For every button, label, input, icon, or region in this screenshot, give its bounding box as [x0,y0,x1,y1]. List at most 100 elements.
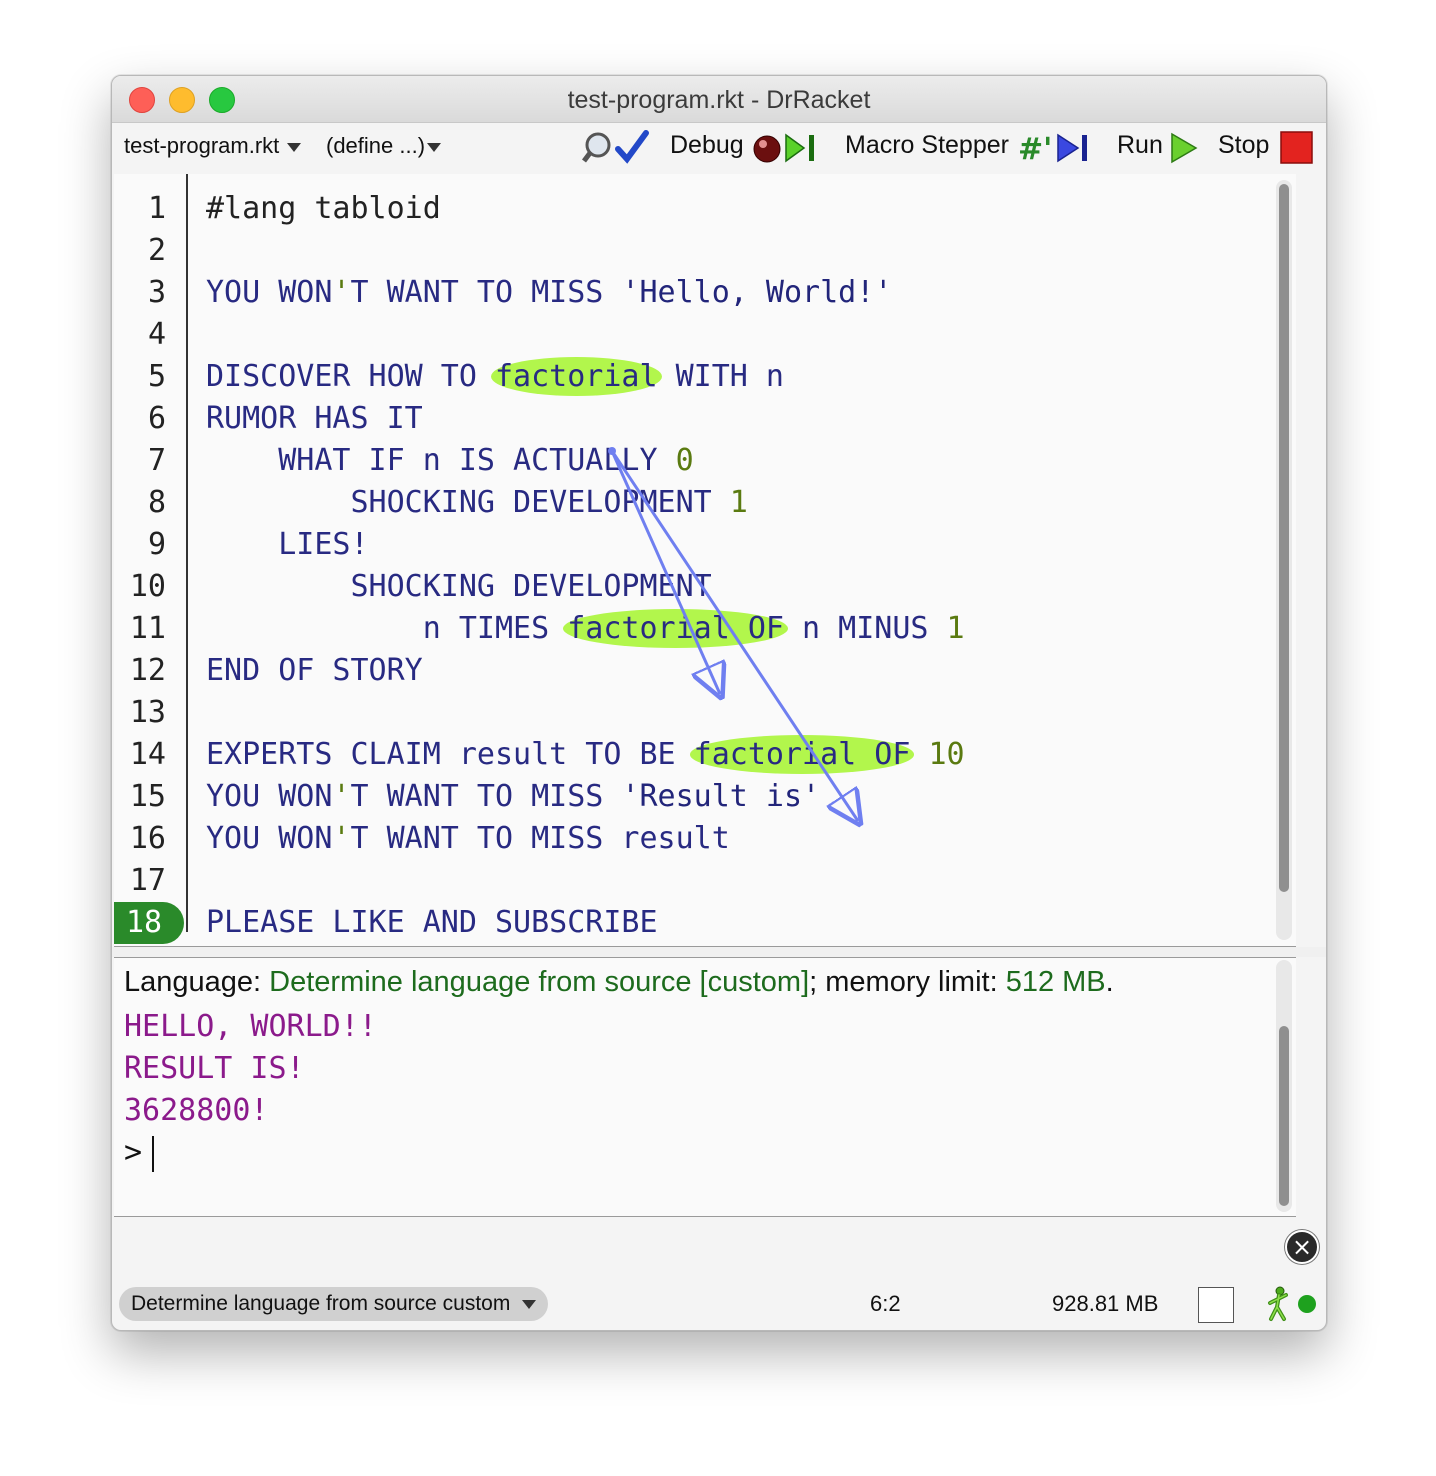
status-bar: Determine language from source custom 6:… [112,1279,1326,1329]
interactions-pane[interactable]: Language: Determine language from source… [114,957,1296,1217]
number-literal: 10 [928,737,965,772]
file-menu[interactable]: test-program.rkt [124,133,302,159]
line-number: 6 [147,401,166,436]
line-number: 10 [129,569,166,604]
keyword: n MINUS [783,611,947,646]
cursor-position: 6:2 [870,1291,901,1316]
definitions-editor[interactable]: 1 2 3 4 5 6 7 8 9 10 11 12 13 14 15 16 1… [114,174,1296,947]
svg-text:#': #' [1018,132,1052,167]
run-button[interactable]: Run [1117,131,1163,160]
apostrophe: ' [332,275,351,310]
keyword: END OF STORY [206,653,423,688]
language-value: Determine language from source [custom] [269,966,810,998]
code-line: LIES! [206,524,965,566]
code-line: SHOCKING DEVELOPMENT 1 [206,482,965,524]
define-menu-label: (define ...) [326,133,426,158]
line-number: 4 [147,317,166,352]
code-line: WHAT IF n IS ACTUALLY 0 [206,440,965,482]
close-pane-icon[interactable]: × [1285,1230,1319,1264]
running-person-icon [1268,1286,1288,1321]
active-line-number: 18 [114,902,184,944]
debug-label: Debug [670,131,744,159]
code-line: SHOCKING DEVELOPMENT [206,566,965,608]
keyword: T WANT TO MISS result [350,821,730,856]
stop-label: Stop [1218,131,1270,159]
string-literal: 'Hello, World!' [621,275,893,310]
define-menu[interactable]: (define ...) [326,133,442,159]
file-menu-label: test-program.rkt [124,133,280,158]
keyword: RUMOR HAS IT [206,401,423,436]
keyword: SHOCKING DEVELOPMENT [206,485,730,520]
macro-stepper-icon: #' [1018,132,1087,167]
line-number: 17 [129,863,166,898]
keyword: EXPERTS CLAIM result TO BE [206,737,694,772]
line-number: 13 [129,695,166,730]
language-selector-label: Determine language from source custom [131,1292,511,1315]
memory-usage[interactable]: 928.81 MB [1052,1291,1158,1317]
highlighted-identifier[interactable]: factorial [490,357,662,396]
code-line: DISCOVER HOW TO factorial WITH n [206,356,965,398]
keyword: YOU WON [206,779,333,814]
chevron-down-icon [427,142,442,152]
keyword: PLEASE LIKE AND SUBSCRIBE [206,905,658,940]
repl-scrollbar[interactable] [1276,960,1292,1212]
keyword: SHOCKING DEVELOPMENT [206,569,712,604]
code-line: PLEASE LIKE AND SUBSCRIBE [206,902,965,944]
code-area[interactable]: #lang tabloid YOU WON'T WANT TO MISS 'He… [206,188,965,944]
text-cursor [152,1135,155,1172]
debug-button[interactable]: Debug [670,131,744,160]
line-number: 8 [147,485,166,520]
line-number: 5 [147,359,166,394]
string-literal: 'Result is' [621,779,821,814]
highlighted-identifier[interactable]: factorial OF [689,735,915,774]
code-line: n TIMES factorial OF n MINUS 1 [206,608,965,650]
line-number: 1 [147,191,166,226]
line-number: 14 [129,737,166,772]
line-number: 3 [147,275,166,310]
line-number: 11 [129,611,166,646]
code-line: RUMOR HAS IT [206,398,965,440]
keyword: YOU WON [206,821,333,856]
keyword: LIES! [206,527,369,562]
stop-button[interactable]: Stop [1218,131,1269,160]
output-line: HELLO, WORLD!! [124,1009,377,1044]
status-light-icon [1298,1295,1316,1313]
editor-scrollbar[interactable] [1276,180,1292,940]
macro-stepper-label: Macro Stepper [845,131,1009,159]
highlighted-identifier[interactable]: factorial OF [563,609,788,648]
code-line: EXPERTS CLAIM result TO BE factorial OF … [206,734,965,776]
language-selector[interactable]: Determine language from source custom [119,1287,549,1321]
debug-icon [753,133,814,163]
check-syntax-icon[interactable] [582,129,650,167]
editor-scroll-thumb[interactable] [1279,184,1289,892]
language-info: Language: Determine language from source… [124,966,1114,999]
title-bar: test-program.rkt - DrRacket [112,76,1326,123]
output-line: RESULT IS! [124,1051,305,1086]
line-number: 9 [147,527,166,562]
stop-icon [1280,131,1313,164]
chevron-down-icon [522,1300,537,1309]
pane-divider[interactable] [112,947,1326,957]
keyword: WHAT IF n IS ACTUALLY [206,443,676,478]
keyword: n TIMES [206,611,568,646]
line-number-gutter: 1 2 3 4 5 6 7 8 9 10 11 12 13 14 15 16 1… [114,188,186,944]
number-literal: 0 [675,443,694,478]
code-line: YOU WON'T WANT TO MISS 'Result is' [206,776,965,818]
gutter-divider [186,174,188,932]
keyword: T WANT TO MISS [350,275,622,310]
macro-stepper-button[interactable]: Macro Stepper [845,131,1009,160]
keyword: YOU WON [206,275,333,310]
line-number: 2 [147,233,166,268]
drracket-window: test-program.rkt - DrRacket test-program… [111,75,1327,1331]
memory-limit-label: ; memory limit: [809,966,1006,998]
window-title: test-program.rkt - DrRacket [567,86,871,114]
repl-prompt-line[interactable]: > [124,1132,377,1174]
code-line: YOU WON'T WANT TO MISS 'Hello, World!' [206,272,965,314]
lang-line: #lang tabloid [206,191,441,226]
repl-scroll-thumb[interactable] [1279,1026,1289,1206]
run-icon [1171,132,1198,164]
language-prefix: Language: [124,966,270,998]
